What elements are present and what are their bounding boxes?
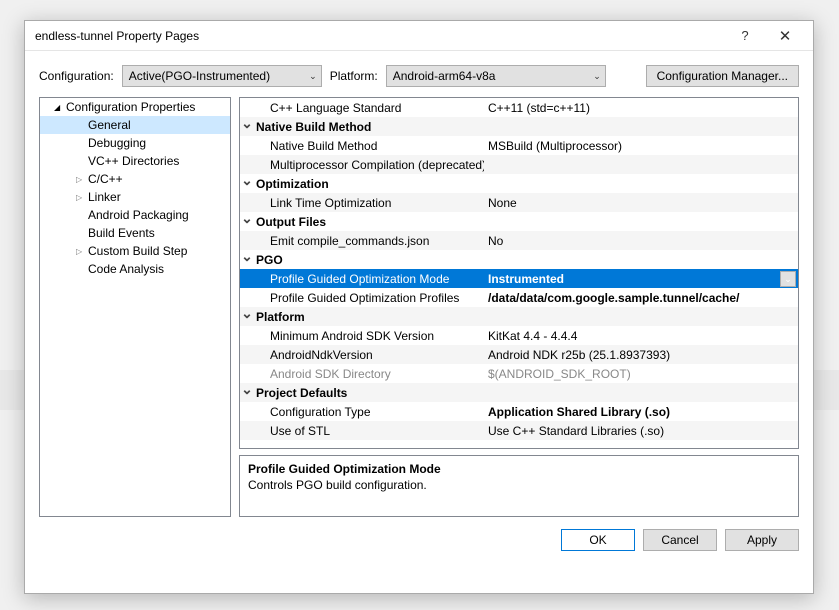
property-value: Application Shared Library (.so) xyxy=(484,405,798,419)
tree-item-build-events[interactable]: Build Events xyxy=(40,224,230,242)
tree-item-label: Custom Build Step xyxy=(86,244,187,258)
grid-property-row[interactable]: Native Build MethodMSBuild (Multiprocess… xyxy=(240,136,798,155)
triangle-closed-icon xyxy=(76,192,86,202)
dropdown-button[interactable]: ⌄ xyxy=(780,271,796,287)
property-name: AndroidNdkVersion xyxy=(254,348,484,362)
property-value: C++11 (std=c++11) xyxy=(484,101,798,115)
property-name: Android SDK Directory xyxy=(254,367,484,381)
property-value: No xyxy=(484,234,798,248)
config-row: Configuration: Active(PGO-Instrumented) … xyxy=(25,51,813,97)
tree-item-label: C/C++ xyxy=(86,172,123,186)
tree-root[interactable]: Configuration Properties xyxy=(40,98,230,116)
property-value: Instrumented xyxy=(484,272,780,286)
collapse-icon xyxy=(240,311,254,322)
tree-item-android-packaging[interactable]: Android Packaging xyxy=(40,206,230,224)
property-value: None xyxy=(484,196,798,210)
grid-property-row[interactable]: Profile Guided Optimization Profiles/dat… xyxy=(240,288,798,307)
property-name: Multiprocessor Compilation (deprecated) xyxy=(254,158,484,172)
category-tree[interactable]: Configuration Properties General Debuggin… xyxy=(39,97,231,517)
cancel-button[interactable]: Cancel xyxy=(643,529,717,551)
tree-item-debugging[interactable]: Debugging xyxy=(40,134,230,152)
configuration-dropdown[interactable]: Active(PGO-Instrumented) ⌄ xyxy=(122,65,322,87)
property-name: Platform xyxy=(254,310,484,324)
tree-item-label: Code Analysis xyxy=(86,262,164,276)
window-title: endless-tunnel Property Pages xyxy=(35,29,725,43)
property-pages-dialog: endless-tunnel Property Pages ? ✕ Config… xyxy=(24,20,814,594)
grid-property-row[interactable]: Multiprocessor Compilation (deprecated) xyxy=(240,155,798,174)
triangle-closed-icon xyxy=(76,246,86,256)
property-name: Minimum Android SDK Version xyxy=(254,329,484,343)
grid-property-row[interactable]: C++ Language StandardC++11 (std=c++11) xyxy=(240,98,798,117)
tree-item-general[interactable]: General xyxy=(40,116,230,134)
chevron-down-icon: ⌄ xyxy=(593,71,601,82)
property-name: Use of STL xyxy=(254,424,484,438)
property-name: Configuration Type xyxy=(254,405,484,419)
grid-section[interactable]: Project Defaults xyxy=(240,383,798,402)
property-value: Android NDK r25b (25.1.8937393) xyxy=(484,348,798,362)
property-name: Project Defaults xyxy=(254,386,484,400)
tree-item-label: Build Events xyxy=(86,226,155,240)
tree-item-label: Debugging xyxy=(86,136,146,150)
grid-section[interactable]: Optimization xyxy=(240,174,798,193)
tree-item-label: Android Packaging xyxy=(86,208,189,222)
grid-property-row[interactable]: Use of STLUse C++ Standard Libraries (.s… xyxy=(240,421,798,440)
grid-section[interactable]: Platform xyxy=(240,307,798,326)
grid-property-row[interactable]: Minimum Android SDK VersionKitKat 4.4 - … xyxy=(240,326,798,345)
configuration-manager-button[interactable]: Configuration Manager... xyxy=(646,65,799,87)
property-value: /data/data/com.google.sample.tunnel/cach… xyxy=(484,291,798,305)
property-value: KitKat 4.4 - 4.4.4 xyxy=(484,329,798,343)
grid-property-row[interactable]: Android SDK Directory$(ANDROID_SDK_ROOT) xyxy=(240,364,798,383)
property-name: Emit compile_commands.json xyxy=(254,234,484,248)
description-box: Profile Guided Optimization Mode Control… xyxy=(239,455,799,517)
description-title: Profile Guided Optimization Mode xyxy=(248,462,790,476)
property-name: Link Time Optimization xyxy=(254,196,484,210)
configuration-label: Configuration: xyxy=(39,69,114,83)
collapse-icon xyxy=(240,387,254,398)
grid-section[interactable]: Output Files xyxy=(240,212,798,231)
apply-button[interactable]: Apply xyxy=(725,529,799,551)
property-name: Output Files xyxy=(254,215,484,229)
tree-item-vc-directories[interactable]: VC++ Directories xyxy=(40,152,230,170)
triangle-closed-icon xyxy=(76,174,86,184)
property-value: $(ANDROID_SDK_ROOT) xyxy=(484,367,798,381)
grid-property-row[interactable]: Configuration TypeApplication Shared Lib… xyxy=(240,402,798,421)
collapse-icon xyxy=(240,178,254,189)
tree-item-custom-build-step[interactable]: Custom Build Step xyxy=(40,242,230,260)
collapse-icon xyxy=(240,121,254,132)
dialog-buttons: OK Cancel Apply xyxy=(25,517,813,563)
tree-item-label: VC++ Directories xyxy=(86,154,179,168)
property-name: Native Build Method xyxy=(254,120,484,134)
property-value: Use C++ Standard Libraries (.so) xyxy=(484,424,798,438)
tree-item-label: Linker xyxy=(86,190,121,204)
chevron-down-icon: ⌄ xyxy=(309,71,317,82)
tree-item-c-c-[interactable]: C/C++ xyxy=(40,170,230,188)
property-name: C++ Language Standard xyxy=(254,101,484,115)
ok-button[interactable]: OK xyxy=(561,529,635,551)
grid-property-row[interactable]: Profile Guided Optimization ModeInstrume… xyxy=(240,269,798,288)
platform-label: Platform: xyxy=(330,69,378,83)
description-body: Controls PGO build configuration. xyxy=(248,478,790,492)
grid-property-row[interactable]: AndroidNdkVersionAndroid NDK r25b (25.1.… xyxy=(240,345,798,364)
grid-section[interactable]: Native Build Method xyxy=(240,117,798,136)
platform-dropdown[interactable]: Android-arm64-v8a ⌄ xyxy=(386,65,606,87)
grid-property-row[interactable]: Link Time OptimizationNone xyxy=(240,193,798,212)
property-name: Profile Guided Optimization Profiles xyxy=(254,291,484,305)
help-button[interactable]: ? xyxy=(725,28,765,43)
grid-section[interactable]: PGO xyxy=(240,250,798,269)
titlebar: endless-tunnel Property Pages ? ✕ xyxy=(25,21,813,51)
collapse-icon xyxy=(240,254,254,265)
tree-item-label: General xyxy=(86,118,131,132)
collapse-icon xyxy=(240,216,254,227)
property-name: PGO xyxy=(254,253,484,267)
triangle-open-icon xyxy=(54,102,64,112)
property-grid[interactable]: C++ Language StandardC++11 (std=c++11)Na… xyxy=(239,97,799,449)
tree-item-code-analysis[interactable]: Code Analysis xyxy=(40,260,230,278)
tree-item-linker[interactable]: Linker xyxy=(40,188,230,206)
grid-property-row[interactable]: Emit compile_commands.jsonNo xyxy=(240,231,798,250)
property-name: Profile Guided Optimization Mode xyxy=(254,272,484,286)
property-name: Native Build Method xyxy=(254,139,484,153)
property-value: MSBuild (Multiprocessor) xyxy=(484,139,798,153)
close-button[interactable]: ✕ xyxy=(765,27,805,45)
property-name: Optimization xyxy=(254,177,484,191)
